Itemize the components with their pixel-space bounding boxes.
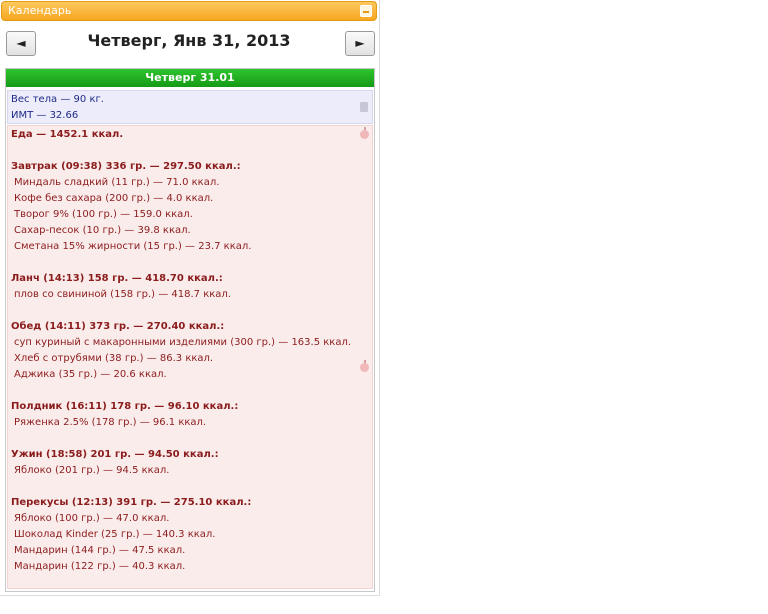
next-day-button[interactable]: ►	[345, 31, 375, 56]
meal-title: Ланч (14:13) 158 гр. — 418.70 ккал.:	[11, 273, 223, 284]
meal-item: Аджика (35 гр.) — 20.6 ккал.	[14, 369, 167, 380]
meal-item: Творог 9% (100 гр.) — 159.0 ккал.	[14, 209, 193, 220]
food-section: Еда — 1452.1 ккал. Завтрак (09:38) 336 г…	[7, 125, 373, 589]
weight-section: Вес тела — 90 кг. ИМТ — 32.66	[7, 90, 373, 124]
meal-title: Завтрак (09:38) 336 гр. — 297.50 ккал.:	[11, 161, 241, 172]
meal-item: Мандарин (122 гр.) — 40.3 ккал.	[14, 561, 186, 572]
meal-item: Сахар-песок (10 гр.) — 39.8 ккал.	[14, 225, 191, 236]
meal-item: Хлеб с отрубями (38 гр.) — 86.3 ккал.	[14, 353, 214, 364]
meal-title: Обед (14:11) 373 гр. — 270.40 ккал.:	[11, 321, 225, 332]
edit-icon[interactable]	[360, 102, 368, 112]
meal-item: плов со свининой (158 гр.) — 418.7 ккал.	[14, 289, 231, 300]
meal-title: Ужин (18:58) 201 гр. — 94.50 ккал.:	[11, 449, 219, 460]
meal-item: Яблоко (201 гр.) — 94.5 ккал.	[14, 465, 170, 476]
calendar-widget: Календарь ◄ Четверг, Янв 31, 2013 ► Четв…	[0, 0, 380, 596]
day-panel: Четверг 31.01 Вес тела — 90 кг. ИМТ — 32…	[5, 68, 375, 592]
minimize-icon[interactable]	[360, 5, 372, 17]
food-total: Еда — 1452.1 ккал.	[11, 129, 124, 140]
calendar-title: Календарь	[8, 4, 72, 17]
prev-day-button[interactable]: ◄	[6, 31, 36, 56]
meal-item: Ряженка 2.5% (178 гр.) — 96.1 ккал.	[14, 417, 207, 428]
day-header: Четверг 31.01	[6, 69, 374, 87]
meal-item: Миндаль сладкий (11 гр.) — 71.0 ккал.	[14, 177, 220, 188]
meal-item: Яблоко (100 гр.) — 47.0 ккал.	[14, 513, 170, 524]
meal-item: суп куриный с макаронными изделиями (300…	[14, 337, 352, 348]
meal-item: Шоколад Kinder (25 гр.) — 140.3 ккал.	[14, 529, 216, 540]
meal-item: Сметана 15% жирности (15 гр.) — 23.7 кка…	[14, 241, 252, 252]
body-weight: Вес тела — 90 кг.	[11, 94, 104, 105]
meal-item: Мандарин (144 гр.) — 47.5 ккал.	[14, 545, 186, 556]
bmi: ИМТ — 32.66	[11, 110, 79, 121]
calendar-titlebar: Календарь	[1, 1, 377, 21]
date-navigation: ◄ Четверг, Янв 31, 2013 ►	[1, 24, 377, 64]
meal-item: Кофе без сахара (200 гр.) — 4.0 ккал.	[14, 193, 214, 204]
apple-icon[interactable]	[360, 360, 369, 372]
current-date: Четверг, Янв 31, 2013	[87, 31, 291, 50]
meal-title: Полдник (16:11) 178 гр. — 96.10 ккал.:	[11, 401, 239, 412]
meal-title: Перекусы (12:13) 391 гр. — 275.10 ккал.:	[11, 497, 252, 508]
apple-icon[interactable]	[360, 127, 369, 139]
